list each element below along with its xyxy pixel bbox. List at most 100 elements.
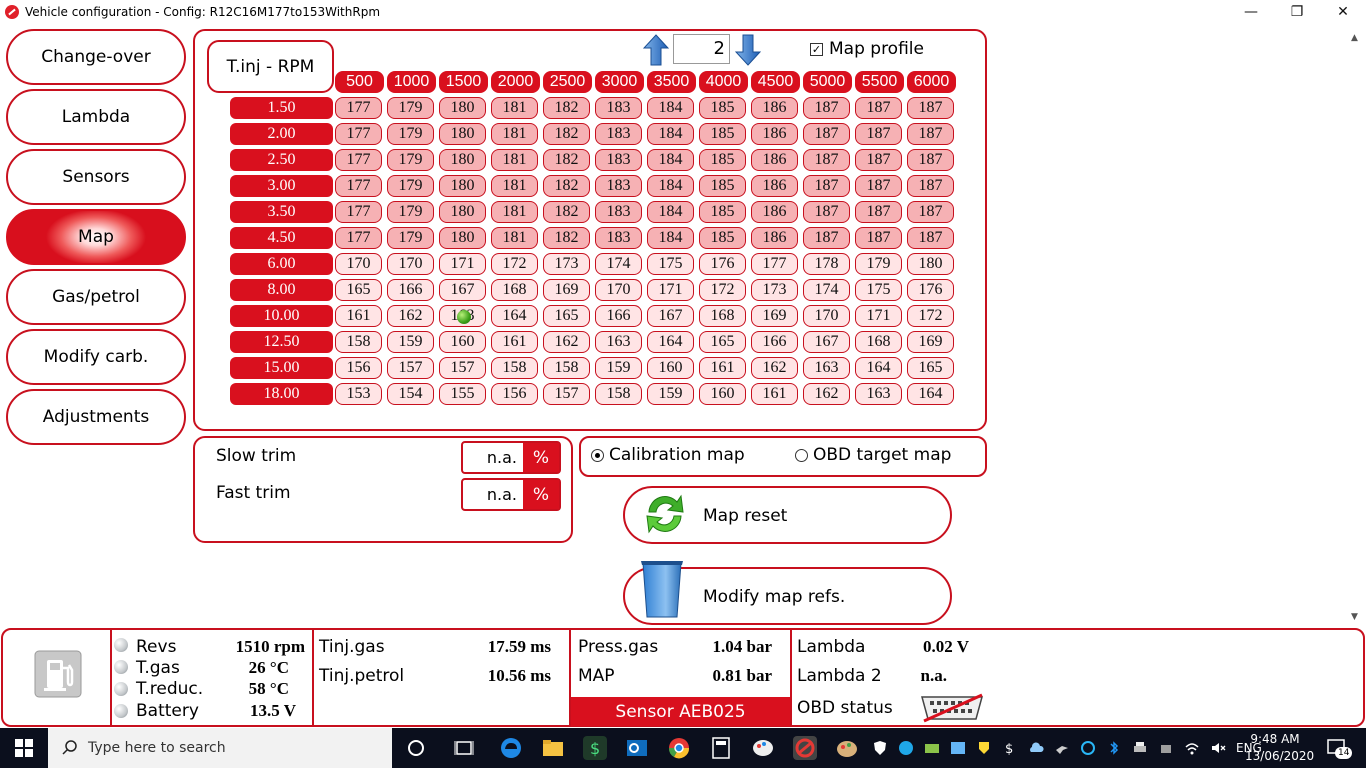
map-cell[interactable]: 171	[439, 253, 486, 275]
map-cell[interactable]: 163	[803, 357, 850, 379]
map-cell[interactable]: 182	[543, 175, 590, 197]
map-cell[interactable]: 178	[803, 253, 850, 275]
map-cell[interactable]: 153	[335, 383, 382, 405]
map-cell[interactable]: 165	[543, 305, 590, 327]
map-cell[interactable]: 180	[439, 123, 486, 145]
map-cell[interactable]: 166	[751, 331, 798, 353]
map-cell[interactable]: 162	[751, 357, 798, 379]
map-cell[interactable]: 159	[647, 383, 694, 405]
map-cell[interactable]: 187	[803, 227, 850, 249]
maximize-button[interactable]: ❐	[1274, 0, 1320, 24]
minimize-button[interactable]: —	[1228, 0, 1274, 24]
map-cell[interactable]: 168	[491, 279, 538, 301]
map-cell[interactable]: 187	[907, 175, 954, 197]
outlook-icon[interactable]	[625, 736, 649, 760]
dollar-icon[interactable]: $	[1002, 740, 1018, 756]
map-cell[interactable]: 185	[699, 175, 746, 197]
security-icon[interactable]	[976, 740, 992, 756]
map-cell[interactable]: 159	[595, 357, 642, 379]
map-cell[interactable]: 157	[543, 383, 590, 405]
map-cell[interactable]: 170	[387, 253, 434, 275]
map-cell[interactable]: 180	[907, 253, 954, 275]
map-cell[interactable]: 160	[699, 383, 746, 405]
map-cell[interactable]: 165	[699, 331, 746, 353]
map-cell[interactable]: 186	[751, 201, 798, 223]
map-cell[interactable]: 172	[699, 279, 746, 301]
network-app-icon[interactable]	[950, 740, 966, 756]
usb-icon[interactable]	[1158, 740, 1174, 756]
scroll-up-arrow-icon[interactable]: ▲	[1345, 29, 1364, 46]
map-cell[interactable]: 162	[387, 305, 434, 327]
map-cell[interactable]: 187	[855, 123, 902, 145]
obd-target-map-label[interactable]: OBD target map	[813, 445, 951, 465]
map-cell[interactable]: 185	[699, 123, 746, 145]
map-cell[interactable]: 160	[647, 357, 694, 379]
map-cell[interactable]: 187	[907, 149, 954, 171]
map-cell[interactable]: 181	[491, 175, 538, 197]
map-cell[interactable]: 177	[335, 149, 382, 171]
map-cell[interactable]: 177	[751, 253, 798, 275]
map-cell[interactable]: 163	[855, 383, 902, 405]
calibration-map-label[interactable]: Calibration map	[609, 445, 745, 465]
map-cell[interactable]: 187	[907, 123, 954, 145]
edge-browser-icon[interactable]	[499, 736, 523, 760]
map-cell[interactable]: 176	[907, 279, 954, 301]
map-cell[interactable]: 180	[439, 149, 486, 171]
map-cell[interactable]: 168	[855, 331, 902, 353]
modify-map-refs-button[interactable]: Modify map refs.	[623, 561, 952, 625]
map-cell[interactable]: 170	[803, 305, 850, 327]
taskbar-search-box[interactable]: Type here to search	[48, 728, 392, 768]
task-view-icon[interactable]	[452, 736, 476, 760]
map-cell[interactable]: 159	[387, 331, 434, 353]
nav-change-over-button[interactable]: Change-over	[6, 29, 186, 85]
notification-center-button[interactable]: 14	[1326, 737, 1353, 759]
map-cell[interactable]: 164	[491, 305, 538, 327]
volume-muted-icon[interactable]	[1210, 740, 1226, 756]
map-cell[interactable]: 173	[543, 253, 590, 275]
map-cell[interactable]: 157	[387, 357, 434, 379]
map-cell[interactable]: 182	[543, 149, 590, 171]
map-cell[interactable]: 163	[595, 331, 642, 353]
chrome-icon[interactable]	[667, 736, 691, 760]
map-cell[interactable]: 184	[647, 149, 694, 171]
printer-icon[interactable]	[1132, 740, 1148, 756]
map-cell[interactable]: 177	[335, 97, 382, 119]
wifi-icon[interactable]	[1184, 740, 1200, 756]
cloud-icon[interactable]	[1028, 740, 1044, 756]
map-cell[interactable]: 187	[907, 201, 954, 223]
map-cell[interactable]: 169	[907, 331, 954, 353]
map-cell[interactable]: 183	[595, 201, 642, 223]
map-cell[interactable]: 187	[907, 227, 954, 249]
drive-icon[interactable]	[924, 740, 940, 756]
map-cell[interactable]: 187	[803, 149, 850, 171]
map-cell[interactable]: 177	[335, 227, 382, 249]
map-cell[interactable]: 183	[595, 123, 642, 145]
nav-modify-carb-button[interactable]: Modify carb.	[6, 329, 186, 385]
close-button[interactable]: ✕	[1320, 0, 1366, 24]
nav-gas-petrol-button[interactable]: Gas/petrol	[6, 269, 186, 325]
map-cell[interactable]: 179	[387, 123, 434, 145]
map-cell[interactable]: 175	[647, 253, 694, 275]
map-cell[interactable]: 187	[803, 97, 850, 119]
map-cell[interactable]: 177	[335, 175, 382, 197]
profile-down-arrow-icon[interactable]	[735, 34, 761, 66]
aeb-app-icon[interactable]	[793, 736, 817, 760]
calculator-icon[interactable]	[709, 736, 733, 760]
map-cell[interactable]: 164	[647, 331, 694, 353]
map-cell[interactable]: 180	[439, 201, 486, 223]
map-cell[interactable]: 183	[595, 227, 642, 249]
map-cell[interactable]: 182	[543, 97, 590, 119]
map-cell[interactable]: 167	[803, 331, 850, 353]
map-cell[interactable]: 185	[699, 149, 746, 171]
map-cell[interactable]: 174	[803, 279, 850, 301]
map-cell[interactable]: 184	[647, 175, 694, 197]
cortana-icon[interactable]	[404, 736, 428, 760]
map-cell[interactable]: 185	[699, 227, 746, 249]
skype-icon[interactable]	[898, 740, 914, 756]
map-cell[interactable]: 165	[907, 357, 954, 379]
map-cell[interactable]: 167	[647, 305, 694, 327]
map-cell[interactable]: 180	[439, 175, 486, 197]
map-cell[interactable]: 166	[595, 305, 642, 327]
obd-target-map-radio[interactable]	[795, 449, 808, 462]
map-cell[interactable]: 187	[855, 97, 902, 119]
